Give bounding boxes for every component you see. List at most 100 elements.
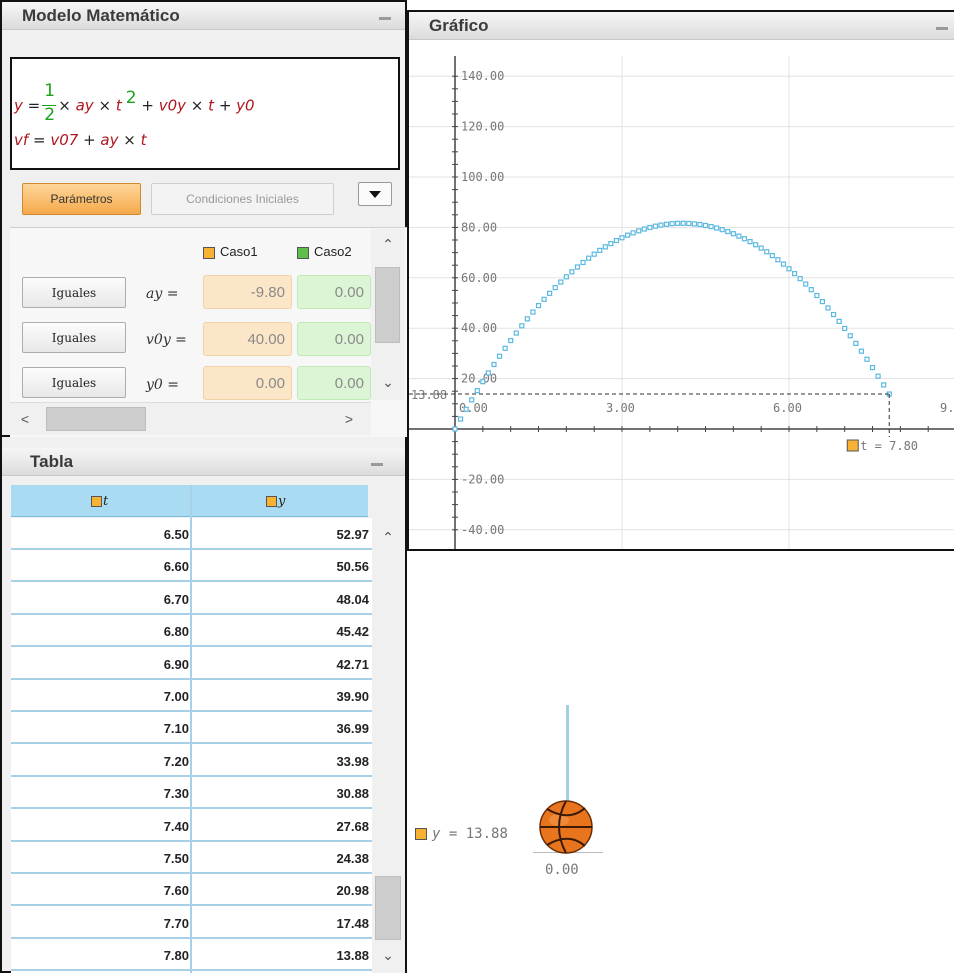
data-point <box>836 318 842 324</box>
legend-caso1[interactable]: Caso1 <box>203 244 258 259</box>
column-header-y[interactable]: y <box>266 494 285 509</box>
params-horizontal-scrollbar[interactable]: < > <box>10 402 371 435</box>
data-point <box>753 242 759 248</box>
column-header-t-label: t <box>103 494 109 509</box>
data-point <box>574 264 581 270</box>
y-tick-label: 140.00 <box>461 69 504 83</box>
y-tick-label: 60.00 <box>461 271 497 285</box>
dropdown-button[interactable] <box>358 182 392 206</box>
chevron-right-icon[interactable]: > <box>342 412 356 426</box>
data-point <box>502 345 508 351</box>
data-point <box>513 330 519 336</box>
data-point <box>591 251 597 257</box>
cell-t: 7.20 <box>163 753 189 769</box>
basketball-icon[interactable] <box>537 800 595 854</box>
data-point <box>619 235 625 241</box>
chevron-up-icon[interactable]: ⌃ <box>381 237 395 251</box>
velocity-vector <box>566 705 569 815</box>
data-point <box>875 373 881 379</box>
formula-var-vf: vf <box>14 131 29 149</box>
y-readout-label: y <box>432 826 441 842</box>
ay-caso1-input[interactable]: -9.80 <box>203 275 292 309</box>
v0y-caso1-input[interactable]: 40.00 <box>203 322 292 356</box>
y-tick-label: 100.00 <box>461 170 504 184</box>
formula-plus: + <box>83 131 96 149</box>
data-point <box>736 233 742 239</box>
data-point <box>758 245 764 251</box>
data-point <box>485 370 492 376</box>
formula-plus: + <box>141 96 154 115</box>
data-point <box>769 253 775 259</box>
cell-y: 13.88 <box>336 948 369 964</box>
caso1-color-swatch <box>846 439 859 452</box>
iguales-button-ay[interactable]: Iguales <box>22 277 126 308</box>
data-point <box>469 397 475 403</box>
formula-position: y = 1 2 × ay × t2 + v0y × t + y0 <box>14 81 255 125</box>
data-point <box>563 274 569 280</box>
x-tick-label: 9.00 <box>940 401 954 415</box>
fraction-numerator: 1 <box>44 81 56 101</box>
minimize-icon[interactable] <box>936 27 948 30</box>
caso1-color-swatch <box>415 828 427 840</box>
scrollbar-thumb[interactable] <box>375 267 400 343</box>
params-vertical-scrollbar[interactable]: ⌃ ⌄ <box>371 229 405 400</box>
data-point <box>803 281 809 287</box>
minimize-icon[interactable] <box>371 463 383 466</box>
data-point <box>519 323 525 329</box>
data-point <box>474 388 480 394</box>
minimize-icon[interactable] <box>379 17 391 20</box>
cell-y: 39.90 <box>336 689 369 704</box>
cell-y: 52.97 <box>336 527 369 542</box>
column-header-t[interactable]: t <box>91 494 108 509</box>
scrollbar-thumb[interactable] <box>375 876 401 940</box>
data-point <box>830 311 837 318</box>
data-point <box>580 259 586 266</box>
y0-caso2-input[interactable]: 0.00 <box>297 366 371 400</box>
legend-caso2[interactable]: Caso2 <box>297 244 352 259</box>
cell-t: 6.90 <box>163 656 189 672</box>
data-point <box>658 222 664 228</box>
cell-t: 7.10 <box>163 721 189 737</box>
formula-times: × <box>58 96 71 115</box>
data-point <box>819 298 826 305</box>
data-point <box>613 237 620 244</box>
data-point <box>786 266 792 272</box>
data-point <box>569 269 575 275</box>
formula-equals: = <box>32 131 46 149</box>
ay-caso2-input[interactable]: 0.00 <box>297 275 371 309</box>
chevron-left-icon[interactable]: < <box>18 412 32 426</box>
iguales-button-v0y[interactable]: Iguales <box>22 322 126 353</box>
cell-y: 36.99 <box>336 721 369 737</box>
data-point <box>463 406 469 412</box>
cell-y: 17.48 <box>336 915 369 931</box>
chevron-down-icon[interactable]: ⌄ <box>381 375 395 389</box>
trajectory-chart[interactable]: 140.00 120.00 100.00 80.00 60.00 40.00 20.00 -2… <box>409 56 954 549</box>
data-point <box>530 309 536 315</box>
tab-parametros[interactable]: Parámetros <box>22 183 141 215</box>
table-vertical-scrollbar[interactable]: ⌃ ⌄ <box>372 518 405 973</box>
iguales-button-y0[interactable]: Iguales <box>22 367 126 398</box>
v0y-caso2-input[interactable]: 0.00 <box>297 322 371 356</box>
formula-var-t: t <box>115 96 122 115</box>
data-point <box>842 325 848 332</box>
cursor-t-label: t = 7.80 <box>860 439 918 453</box>
column-header-y-label: y <box>278 494 286 509</box>
data-point <box>691 221 697 227</box>
formula-var-v07: v07 <box>50 131 79 149</box>
scrollbar-thumb[interactable] <box>46 407 146 431</box>
cell-t: 7.80 <box>163 948 189 964</box>
tabla-panel-title: Tabla <box>30 451 74 471</box>
data-point <box>535 302 542 309</box>
data-point <box>686 220 692 227</box>
chevron-up-icon[interactable]: ⌃ <box>381 530 395 544</box>
formula-times: × <box>98 96 112 115</box>
formula-velocity: vf = v07 + ay × t <box>14 131 147 149</box>
chevron-down-icon[interactable]: ⌄ <box>381 948 395 962</box>
y0-caso1-input[interactable]: 0.00 <box>203 366 292 400</box>
cell-t: 7.30 <box>163 786 189 802</box>
tab-condiciones-iniciales[interactable]: Condiciones Iniciales <box>151 183 334 215</box>
cell-t: 7.60 <box>163 883 189 899</box>
cell-t: 6.80 <box>163 624 189 640</box>
caso1-color-swatch <box>266 496 277 507</box>
data-point <box>508 337 514 344</box>
